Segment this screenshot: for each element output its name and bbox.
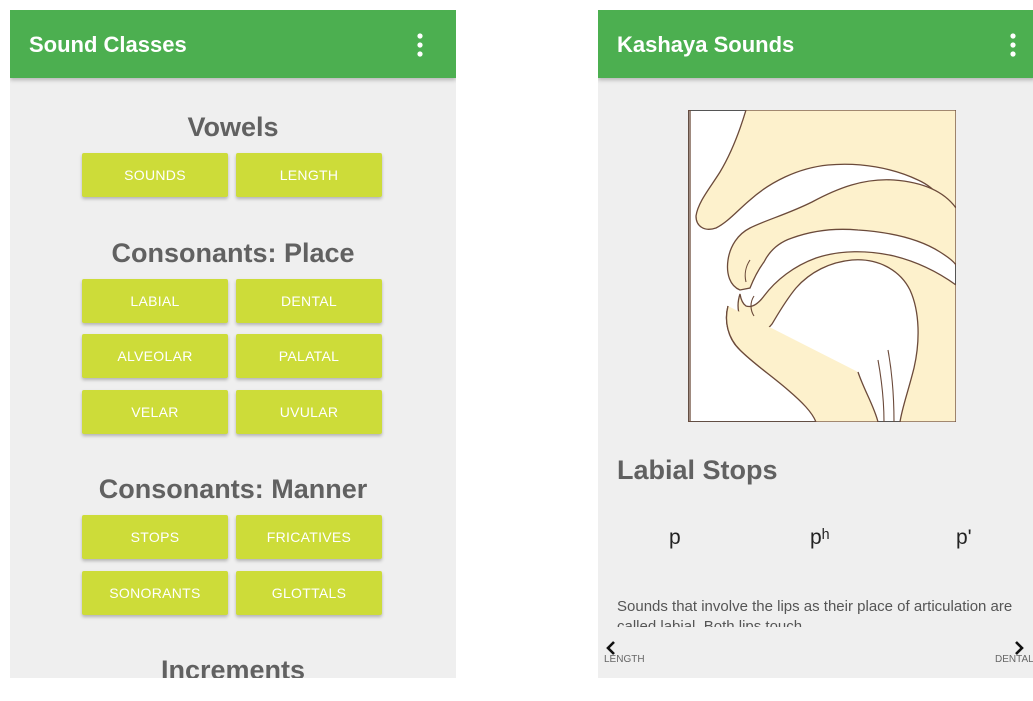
app-bar-title: Sound Classes: [29, 32, 187, 57]
app-bar-title: Kashaya Sounds: [617, 32, 795, 57]
app-bar: Sound Classes: [10, 10, 456, 78]
length-button[interactable]: LENGTH: [236, 153, 382, 197]
section-title-consonants-manner: Consonants: Manner: [98, 474, 368, 504]
glottals-button[interactable]: GLOTTALS: [236, 571, 382, 615]
fricatives-button[interactable]: FRICATIVES: [236, 515, 382, 559]
sound-class-description: Sounds that involve the lips as their pl…: [617, 598, 1013, 627]
phone-p-aspirated[interactable]: pʰ: [810, 526, 830, 550]
previous-label: LENGTH: [604, 654, 645, 665]
uvular-button[interactable]: UVULAR: [236, 390, 382, 434]
phone-p[interactable]: p: [669, 526, 681, 550]
alveolar-button[interactable]: ALVEOLAR: [82, 334, 228, 378]
app-bar: Kashaya Sounds: [598, 10, 1033, 78]
bottom-navigation: LENGTH DENTAL: [598, 628, 1033, 678]
velar-button[interactable]: VELAR: [82, 390, 228, 434]
overflow-menu-icon[interactable]: [410, 32, 430, 58]
sound-classes-screen: Sound Classes Vowels SOUNDS LENGTH Conso…: [10, 10, 456, 678]
sound-class-heading: Labial Stops: [617, 455, 778, 485]
stops-button[interactable]: STOPS: [82, 515, 228, 559]
phone-p-ejective[interactable]: p': [956, 526, 972, 550]
next-label: DENTAL: [995, 654, 1033, 665]
sonorants-button[interactable]: SONORANTS: [82, 571, 228, 615]
section-title-consonants-place: Consonants: Place: [111, 238, 355, 268]
palatal-button[interactable]: PALATAL: [236, 334, 382, 378]
vocal-tract-diagram: [687, 109, 957, 423]
section-title-vowels: Vowels: [187, 112, 279, 142]
overflow-menu-icon[interactable]: [1003, 32, 1023, 58]
kashaya-sounds-screen: Kashaya Sounds Labial Stops p pʰ p' Soun…: [598, 10, 1033, 678]
dental-button[interactable]: DENTAL: [236, 279, 382, 323]
section-title-increments: Increments: [160, 655, 306, 678]
sounds-button[interactable]: SOUNDS: [82, 153, 228, 197]
labial-button[interactable]: LABIAL: [82, 279, 228, 323]
